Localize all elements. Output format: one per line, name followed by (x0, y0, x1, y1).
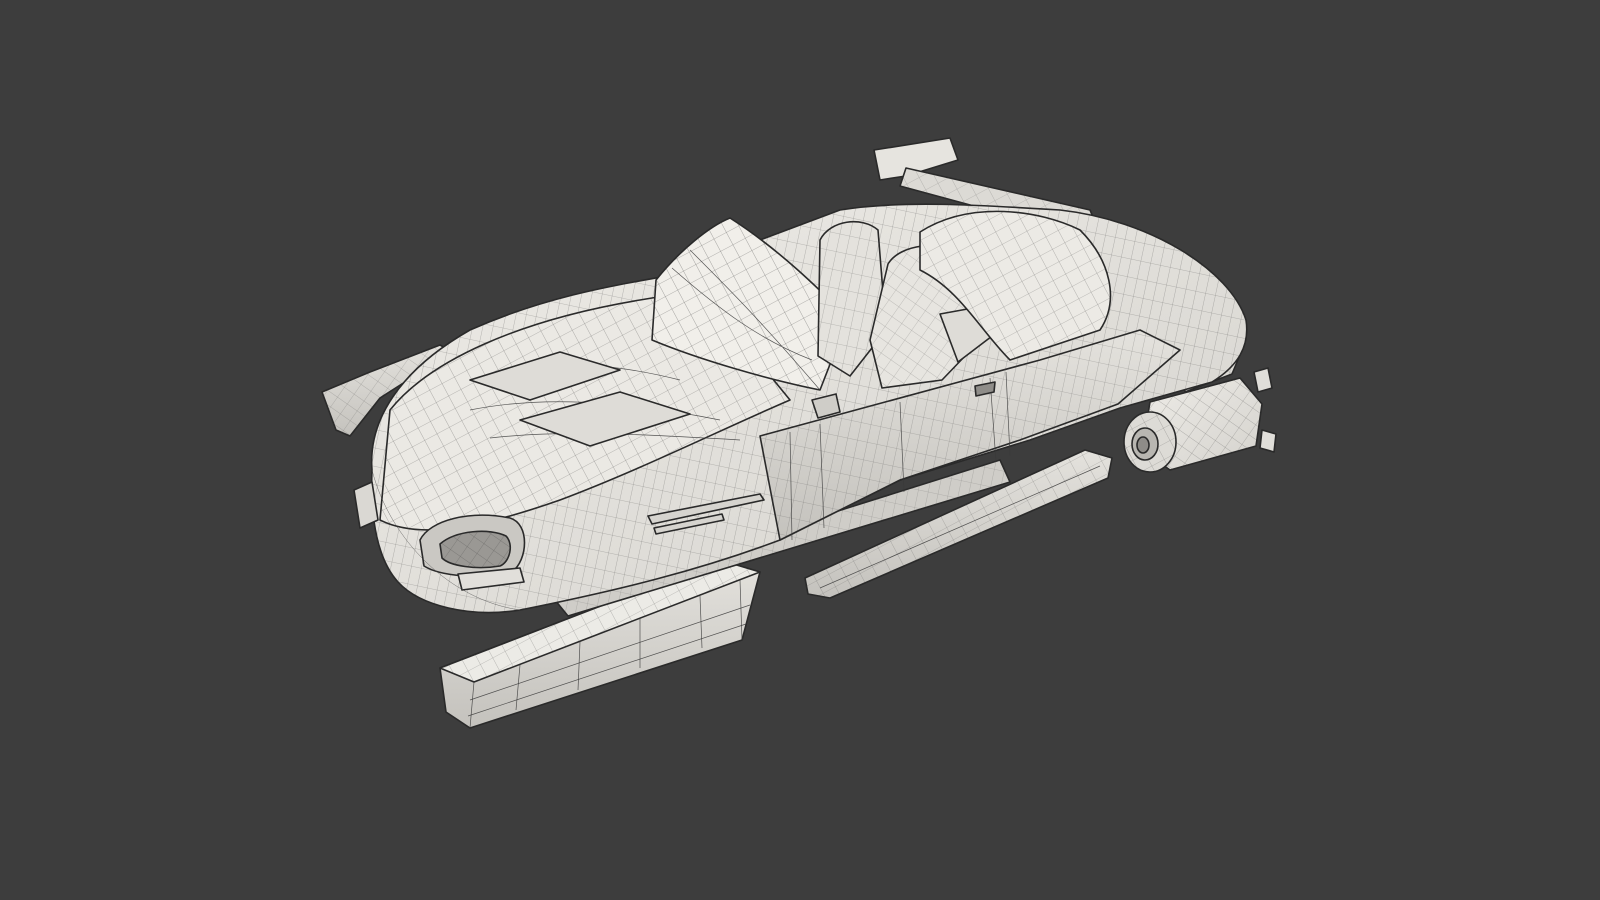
3d-viewport[interactable] (0, 0, 1600, 900)
hover-car-wireframe-model (321, 137, 1277, 729)
